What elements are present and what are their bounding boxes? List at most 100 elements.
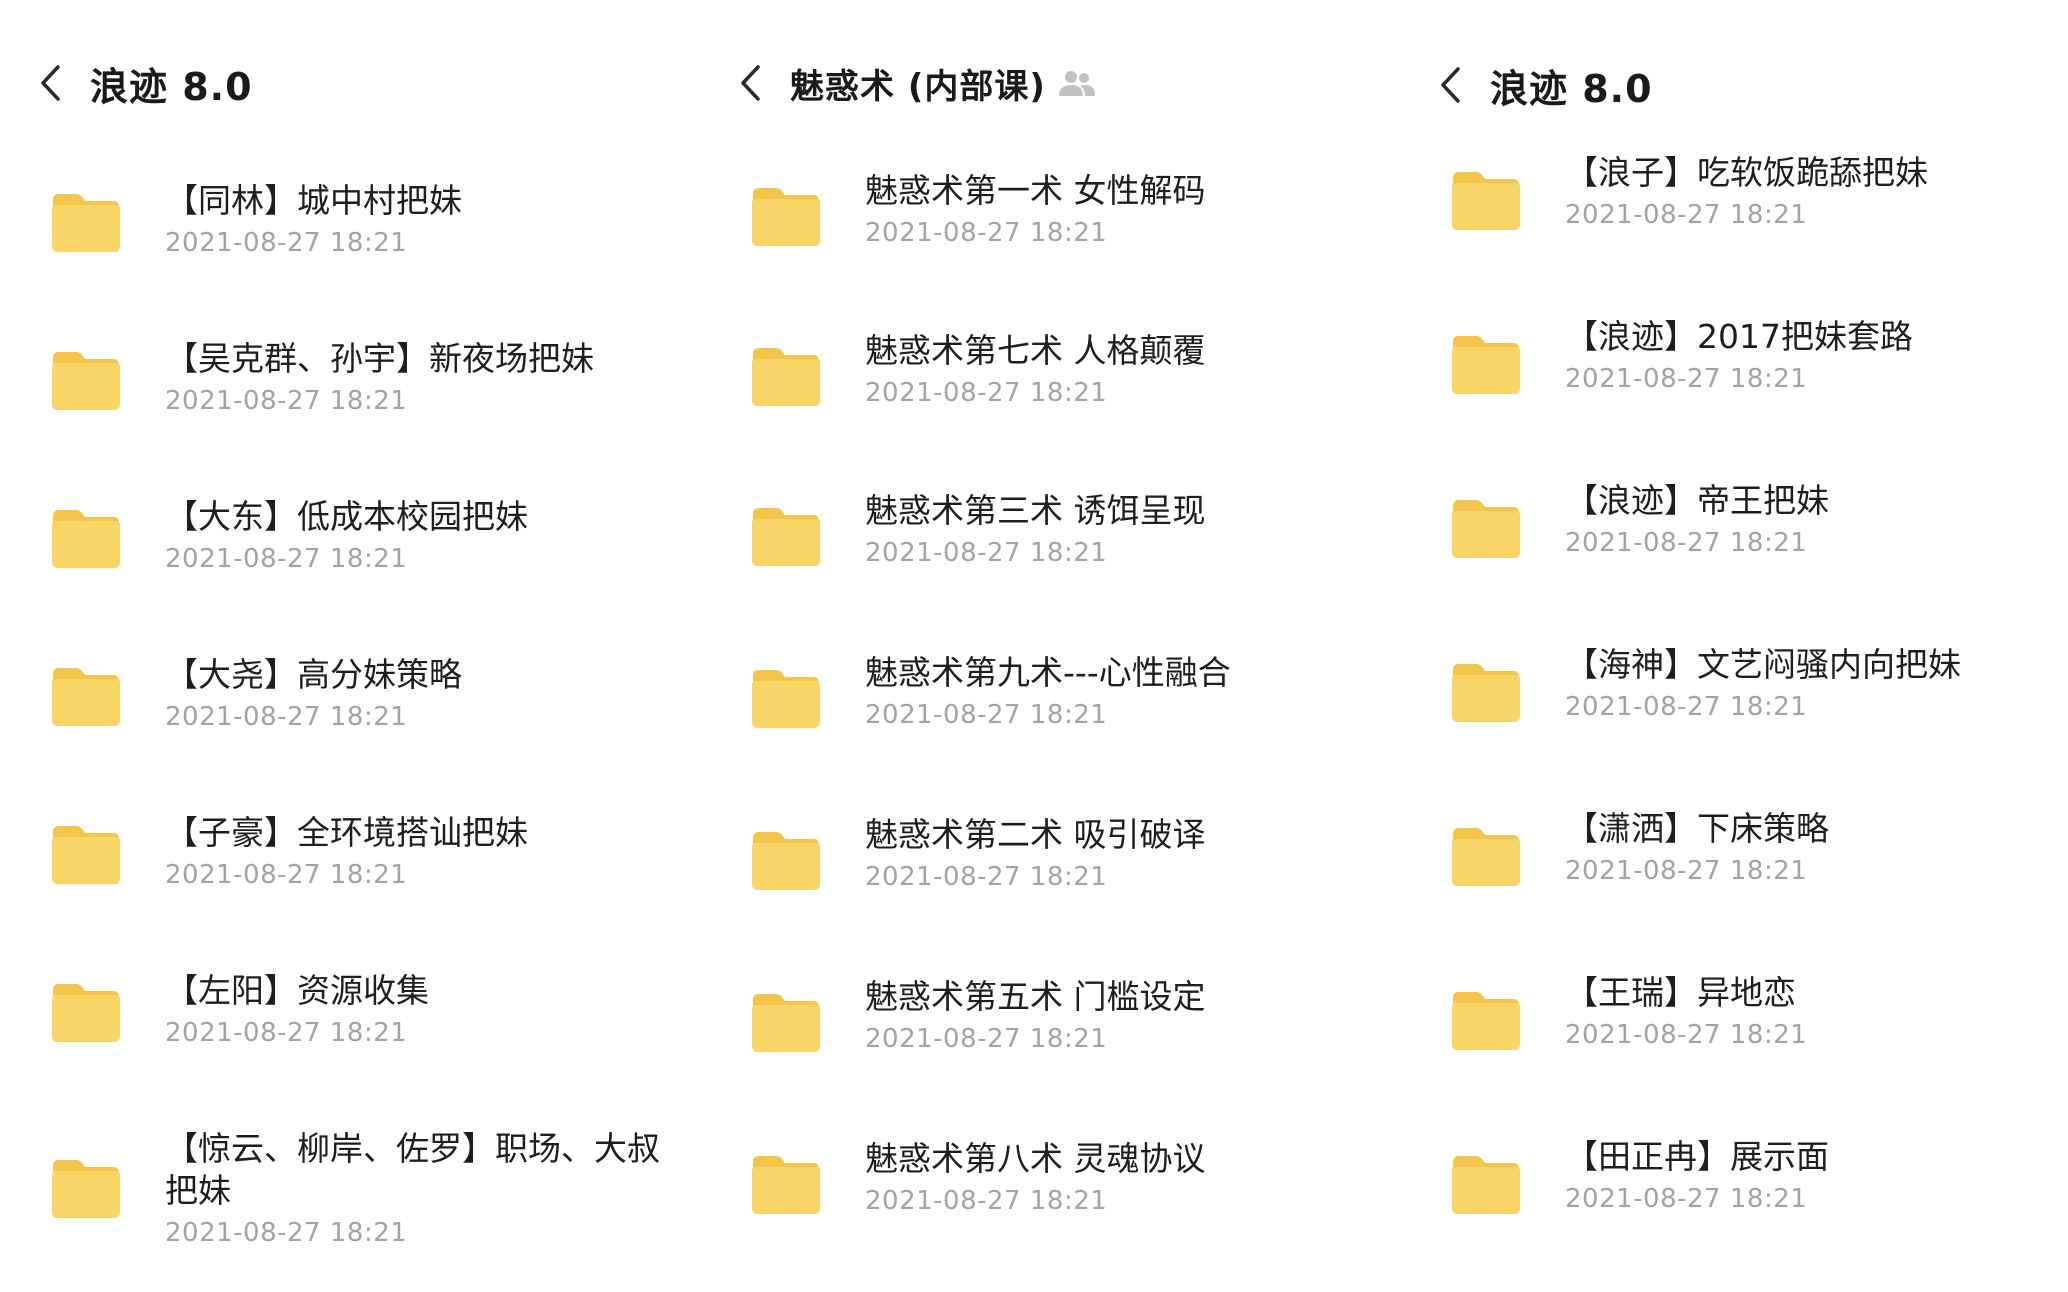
folder-date: 2021-08-27 18:21: [165, 702, 408, 732]
folder-icon: [750, 186, 822, 248]
folder-text: 【王瑞】异地恋 2021-08-27 18:21: [1565, 972, 2050, 1052]
folder-date: 2021-08-27 18:21: [165, 544, 408, 574]
folder-text: 魅惑术第一术 女性解码 2021-08-27 18:21: [865, 170, 1382, 250]
folder-icon: [50, 824, 122, 886]
folder-icon: [50, 192, 122, 254]
folder-text: 【子豪】全环境搭讪把妹 2021-08-27 18:21: [165, 812, 682, 892]
folder-name: 【左阳】资源收集: [165, 971, 429, 1010]
folder-text: 【左阳】资源收集 2021-08-27 18:21: [165, 970, 682, 1050]
folder-name: 【浪迹】帝王把妹: [1565, 481, 1829, 520]
folder-name: 【王瑞】异地恋: [1565, 973, 1796, 1012]
folder-text: 【同林】城中村把妹 2021-08-27 18:21: [165, 180, 682, 260]
folder-row[interactable]: 【浪迹】2017把妹套路 2021-08-27 18:21: [1400, 316, 2068, 466]
folder-icon: [1450, 498, 1522, 560]
folder-text: 【浪子】吃软饭跪舔把妹 2021-08-27 18:21: [1565, 152, 2050, 232]
folder-date: 2021-08-27 18:21: [1565, 1184, 1808, 1214]
folder-row[interactable]: 【潇洒】下床策略 2021-08-27 18:21: [1400, 808, 2068, 958]
folder-name: 魅惑术第一术 女性解码: [865, 171, 1206, 210]
folder-name: 魅惑术第七术 人格颠覆: [865, 331, 1206, 370]
folder-date: 2021-08-27 18:21: [1565, 200, 1808, 230]
folder-name: 魅惑术第五术 门槛设定: [865, 977, 1206, 1016]
folder-row[interactable]: 魅惑术第七术 人格颠覆 2021-08-27 18:21: [700, 330, 1400, 480]
folder-text: 【大东】低成本校园把妹 2021-08-27 18:21: [165, 496, 682, 576]
folder-text: 【吴克群、孙宇】新夜场把妹 2021-08-27 18:21: [165, 338, 682, 418]
folder-date: 2021-08-27 18:21: [165, 386, 408, 416]
folder-icon: [750, 992, 822, 1054]
folder-row[interactable]: 【大尧】高分妹策略 2021-08-27 18:21: [0, 646, 700, 796]
folder-text: 魅惑术第三术 诱饵呈现 2021-08-27 18:21: [865, 490, 1382, 570]
folder-date: 2021-08-27 18:21: [865, 862, 1108, 892]
folder-row[interactable]: 【吴克群、孙宇】新夜场把妹 2021-08-27 18:21: [0, 330, 700, 480]
folder-date: 2021-08-27 18:21: [165, 860, 408, 890]
folder-row[interactable]: 【浪子】吃软饭跪舔把妹 2021-08-27 18:21: [1400, 152, 2068, 302]
folder-name: 【子豪】全环境搭讪把妹: [165, 813, 528, 852]
folder-text: 【浪迹】帝王把妹 2021-08-27 18:21: [1565, 480, 2050, 560]
folder-text: 魅惑术第七术 人格颠覆 2021-08-27 18:21: [865, 330, 1382, 410]
folder-name: 【浪迹】2017把妹套路: [1565, 317, 1913, 356]
shared-users-icon: [1058, 69, 1096, 97]
folder-row[interactable]: 【浪迹】帝王把妹 2021-08-27 18:21: [1400, 480, 2068, 630]
folder-name: 【浪子】吃软饭跪舔把妹: [1565, 153, 1928, 192]
folder-icon: [1450, 170, 1522, 232]
folder-text: 【浪迹】2017把妹套路 2021-08-27 18:21: [1565, 316, 2050, 396]
folder-name: 【惊云、柳岸、佐罗】职场、大叔把妹: [165, 1129, 660, 1210]
folder-date: 2021-08-27 18:21: [1565, 528, 1808, 558]
folder-icon: [50, 1158, 122, 1220]
folder-row[interactable]: 魅惑术第八术 灵魂协议 2021-08-27 18:21: [700, 1138, 1400, 1288]
folder-row[interactable]: 【大东】低成本校园把妹 2021-08-27 18:21: [0, 488, 700, 638]
chevron-left-icon[interactable]: [1438, 58, 1478, 112]
panel-header: 浪迹 8.0: [38, 56, 253, 110]
folder-name: 【吴克群、孙宇】新夜场把妹: [165, 339, 594, 378]
folder-icon: [1450, 826, 1522, 888]
folder-name: 【大东】低成本校园把妹: [165, 497, 528, 536]
page-title: 浪迹 8.0: [90, 64, 253, 109]
panel-header: 魅惑术 (内部课): [738, 56, 1096, 110]
folder-row[interactable]: 魅惑术第三术 诱饵呈现 2021-08-27 18:21: [700, 490, 1400, 640]
folder-date: 2021-08-27 18:21: [1565, 1020, 1808, 1050]
folder-date: 2021-08-27 18:21: [865, 218, 1108, 248]
folder-date: 2021-08-27 18:21: [865, 378, 1108, 408]
folder-icon: [750, 1154, 822, 1216]
folder-row[interactable]: 【左阳】资源收集 2021-08-27 18:21: [0, 962, 700, 1112]
folder-row[interactable]: 魅惑术第九术---心性融合 2021-08-27 18:21: [700, 652, 1400, 802]
folder-text: 【海神】文艺闷骚内向把妹 2021-08-27 18:21: [1565, 644, 2050, 724]
folder-row[interactable]: 魅惑术第二术 吸引破译 2021-08-27 18:21: [700, 814, 1400, 964]
page-title: 浪迹 8.0: [1490, 66, 1653, 111]
folder-text: 魅惑术第九术---心性融合 2021-08-27 18:21: [865, 652, 1382, 732]
folder-icon: [1450, 334, 1522, 396]
folder-icon: [50, 982, 122, 1044]
folder-icon: [50, 350, 122, 412]
folder-icon: [750, 346, 822, 408]
folder-text: 魅惑术第八术 灵魂协议 2021-08-27 18:21: [865, 1138, 1382, 1218]
folder-name: 魅惑术第二术 吸引破译: [865, 815, 1206, 854]
folder-name: 【潇洒】下床策略: [1565, 809, 1829, 848]
folder-text: 魅惑术第二术 吸引破译 2021-08-27 18:21: [865, 814, 1382, 894]
file-panel-left: 浪迹 8.0 【同林】城中村把妹 2021-08-27 18:21 【吴克群、孙宇…: [0, 0, 700, 1292]
panel-header: 浪迹 8.0: [1438, 58, 1653, 112]
folder-icon: [50, 508, 122, 570]
chevron-left-icon[interactable]: [738, 56, 778, 110]
folder-name: 魅惑术第八术 灵魂协议: [865, 1139, 1206, 1178]
folder-row[interactable]: 【王瑞】异地恋 2021-08-27 18:21: [1400, 972, 2068, 1122]
folder-row[interactable]: 魅惑术第一术 女性解码 2021-08-27 18:21: [700, 170, 1400, 320]
folder-icon: [1450, 990, 1522, 1052]
folder-row[interactable]: 【海神】文艺闷骚内向把妹 2021-08-27 18:21: [1400, 644, 2068, 794]
folder-text: 魅惑术第五术 门槛设定 2021-08-27 18:21: [865, 976, 1382, 1056]
folder-name: 【大尧】高分妹策略: [165, 655, 462, 694]
folder-date: 2021-08-27 18:21: [865, 1024, 1108, 1054]
folder-name: 【田正冉】展示面: [1565, 1137, 1829, 1176]
folder-icon: [50, 666, 122, 728]
folder-date: 2021-08-27 18:21: [1565, 692, 1808, 722]
folder-row[interactable]: 【同林】城中村把妹 2021-08-27 18:21: [0, 172, 700, 322]
chevron-left-icon[interactable]: [38, 56, 78, 110]
folder-icon: [1450, 662, 1522, 724]
folder-row[interactable]: 【田正冉】展示面 2021-08-27 18:21: [1400, 1136, 2068, 1286]
folder-date: 2021-08-27 18:21: [1565, 856, 1808, 886]
folder-date: 2021-08-27 18:21: [1565, 364, 1808, 394]
page-title: 魅惑术 (内部课): [790, 66, 1046, 107]
folder-row[interactable]: 魅惑术第五术 门槛设定 2021-08-27 18:21: [700, 976, 1400, 1126]
folder-text: 【惊云、柳岸、佐罗】职场、大叔把妹 2021-08-27 18:21: [165, 1128, 682, 1250]
folder-row[interactable]: 【惊云、柳岸、佐罗】职场、大叔把妹 2021-08-27 18:21: [0, 1120, 700, 1270]
folder-text: 【田正冉】展示面 2021-08-27 18:21: [1565, 1136, 2050, 1216]
folder-row[interactable]: 【子豪】全环境搭讪把妹 2021-08-27 18:21: [0, 804, 700, 954]
